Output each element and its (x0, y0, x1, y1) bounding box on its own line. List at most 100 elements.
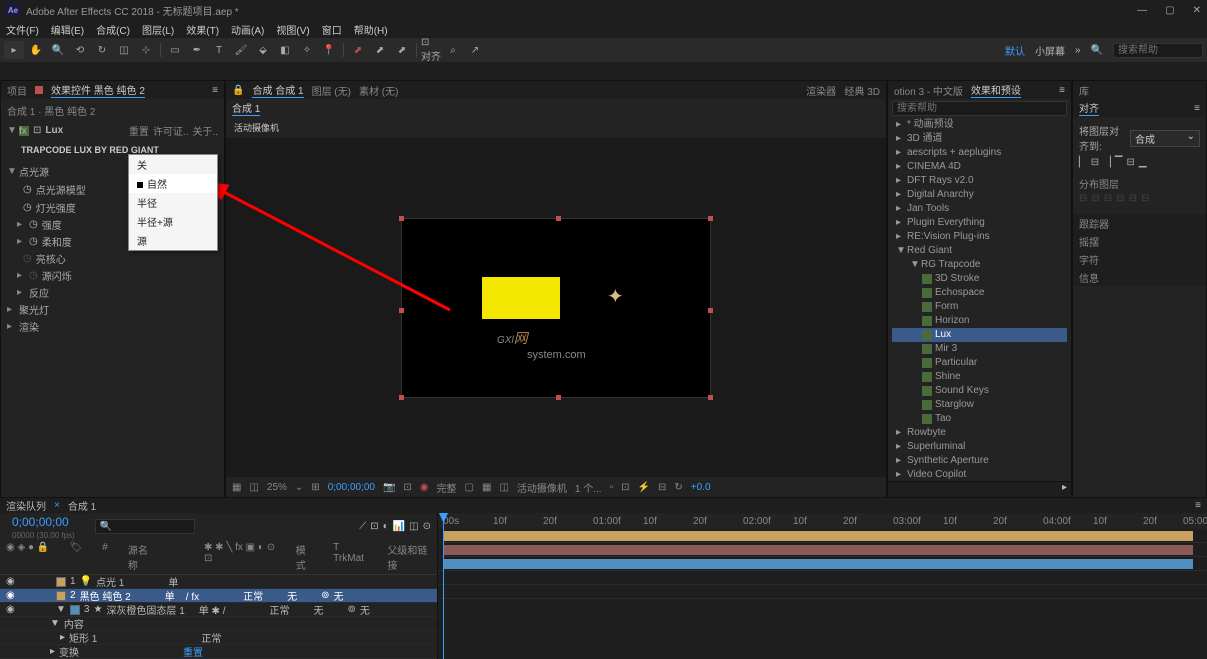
handle-icon[interactable] (556, 216, 561, 221)
alpha-icon[interactable]: ▦ (232, 482, 241, 493)
layer-trkmat[interactable]: 无 (287, 588, 297, 603)
orbit-tool-icon[interactable]: ⟲ (70, 41, 90, 59)
snap2-icon[interactable]: ⌕ (443, 41, 463, 59)
link-icon[interactable]: 🔒 (232, 85, 244, 96)
fx-cat[interactable]: ▸Video Copilot (892, 468, 1067, 481)
fx-item[interactable]: Particular (892, 356, 1067, 370)
tab-project[interactable]: 项目 (7, 83, 27, 98)
layer-prop[interactable]: ▼内容 (0, 617, 437, 631)
tab-render-queue[interactable]: 渲染队列 (6, 498, 46, 513)
stopwatch-icon[interactable]: ◷ (23, 202, 32, 213)
menu-file[interactable]: 文件(F) (6, 22, 39, 37)
expand-icon[interactable]: ▼ (56, 604, 66, 615)
handle-icon[interactable] (399, 395, 404, 400)
tab-wiggler[interactable]: 摇摆 (1079, 234, 1099, 249)
tab-library[interactable]: 库 (1079, 83, 1089, 98)
fx-cat[interactable]: ▸Rowbyte (892, 426, 1067, 440)
layer-row-selected[interactable]: ◉ 2 黑色 纯色 2 单 / fx 正常 无 ⊚无 (0, 589, 437, 603)
tab-layer[interactable]: 图层 (无) (312, 83, 351, 98)
fx-cat[interactable]: ▸Jan Tools (892, 202, 1067, 216)
reset-link[interactable]: 重置 (183, 644, 203, 659)
menu-window[interactable]: 窗口 (322, 22, 342, 37)
handle-icon[interactable] (399, 216, 404, 221)
record-icon[interactable] (35, 86, 43, 94)
expand-icon[interactable]: ▸ (7, 321, 15, 332)
collapse-icon[interactable]: ▼ (7, 166, 15, 177)
dpx-icon[interactable]: ⊞ (311, 482, 319, 493)
link-icon[interactable]: × (54, 500, 60, 511)
stopwatch-icon[interactable]: ◷ (23, 184, 32, 195)
close-icon[interactable]: ✕ (1193, 5, 1201, 16)
snapshot-icon[interactable]: 📷 (383, 482, 395, 493)
comp-subtab[interactable]: 合成 1 (232, 100, 260, 116)
timeline-icon[interactable]: ⊟ (658, 482, 666, 493)
layer-parent[interactable]: 无 (334, 588, 344, 603)
comp-canvas[interactable]: ✦ GXl网 system.com (401, 218, 711, 398)
align-hcenter-icon[interactable]: ⊟ (1091, 157, 1099, 168)
track[interactable] (438, 529, 1207, 543)
col-mode[interactable]: 模式 (296, 542, 313, 572)
layer-name[interactable]: 黑色 纯色 2 (80, 588, 131, 603)
rect-tool-icon[interactable]: ▭ (165, 41, 185, 59)
align-vcenter-icon[interactable]: ⊟ (1127, 157, 1135, 168)
adjust-icon[interactable]: ⊡ (621, 482, 629, 493)
channel-icon[interactable]: ◉ (420, 482, 429, 493)
fx-cat[interactable]: ▸Digital Anarchy (892, 188, 1067, 202)
text-tool-icon[interactable]: T (209, 41, 229, 59)
layer-bar[interactable] (443, 545, 1193, 555)
effects-search-input[interactable] (892, 101, 1067, 116)
layer-mode[interactable]: 正常 (243, 588, 263, 603)
tab-comp[interactable]: 合成 合成 1 (252, 82, 303, 98)
stopwatch-icon[interactable]: ◷ (29, 236, 38, 247)
timeline-right[interactable]: 00s10f20f 01:00f10f20f 02:00f10f20f 03:0… (438, 513, 1207, 659)
local-axis-icon[interactable]: ⬈ (348, 41, 368, 59)
fx-item[interactable]: Tao (892, 412, 1067, 426)
layer-parent[interactable]: 无 (360, 602, 370, 617)
snap3-icon[interactable]: ↗ (465, 41, 485, 59)
fx-item[interactable]: Sound Keys (892, 384, 1067, 398)
puppet-tool-icon[interactable]: 📍 (319, 41, 339, 59)
align-right-icon[interactable]: ▕ (1103, 157, 1111, 168)
popup-option-radius[interactable]: 半径 (129, 193, 217, 212)
fx-subcat[interactable]: ▼RG Trapcode (892, 258, 1067, 272)
tab-motion[interactable]: otion 3 - 中文版 (894, 83, 963, 98)
fx-item[interactable]: Horizon (892, 314, 1067, 328)
fx-cat[interactable]: ▸Plugin Everything (892, 216, 1067, 230)
handle-icon[interactable] (708, 216, 713, 221)
selection-tool-icon[interactable]: ▸ (4, 41, 24, 59)
col-source[interactable]: 源名称 (128, 542, 154, 572)
fx-cat[interactable]: ▸RE:Vision Plug-ins (892, 230, 1067, 244)
stopwatch-icon[interactable]: ◷ (29, 219, 38, 230)
menu-edit[interactable]: 编辑(E) (51, 22, 84, 37)
zoom-dropdown[interactable]: 25% (267, 482, 287, 493)
track[interactable] (438, 557, 1207, 571)
expand-icon[interactable]: ▸ (7, 304, 15, 315)
col-switches[interactable]: ✱ ✱ ╲ fx ▣ ◐ ⊙ ⊡ (204, 542, 276, 572)
col-parent[interactable]: 父级和链接 (387, 542, 431, 572)
tab-character[interactable]: 字符 (1079, 252, 1099, 267)
license-link[interactable]: 许可证.. (153, 123, 189, 138)
layer-prop[interactable]: ▸矩形 1正常 (0, 631, 437, 645)
playhead-icon[interactable] (443, 513, 444, 659)
col-num[interactable]: # (102, 542, 108, 572)
layer-row[interactable]: ◉ 1 💡 点光 1 单 (0, 575, 437, 589)
fx-cat[interactable]: ▸Synthetic Aperture (892, 454, 1067, 468)
expand-icon[interactable]: ▸ (50, 646, 55, 657)
track[interactable] (438, 571, 1207, 585)
align-top-icon[interactable]: ▔ (1115, 157, 1123, 168)
minimize-icon[interactable]: — (1137, 5, 1147, 16)
expression-icon[interactable]: ⊙ (423, 521, 431, 532)
panel-menu-icon[interactable]: ≡ (212, 85, 218, 96)
solid-layer[interactable] (482, 277, 560, 319)
menu-view[interactable]: 视图(V) (276, 22, 309, 37)
roi-icon[interactable]: ▢ (465, 482, 474, 493)
fx-item[interactable]: 3D Stroke (892, 272, 1067, 286)
camera-dropdown[interactable]: 活动摄像机 (517, 480, 567, 495)
fx-item-lux[interactable]: Lux (892, 328, 1067, 342)
brush-tool-icon[interactable]: 🖌 (231, 41, 251, 59)
frameblend-icon[interactable]: ⊡ (370, 521, 378, 532)
layer-trkmat[interactable]: 无 (314, 602, 324, 617)
graph-icon[interactable]: 📊 (393, 521, 405, 532)
eraser-tool-icon[interactable]: ◧ (275, 41, 295, 59)
popup-option-off[interactable]: 关 (129, 155, 217, 174)
